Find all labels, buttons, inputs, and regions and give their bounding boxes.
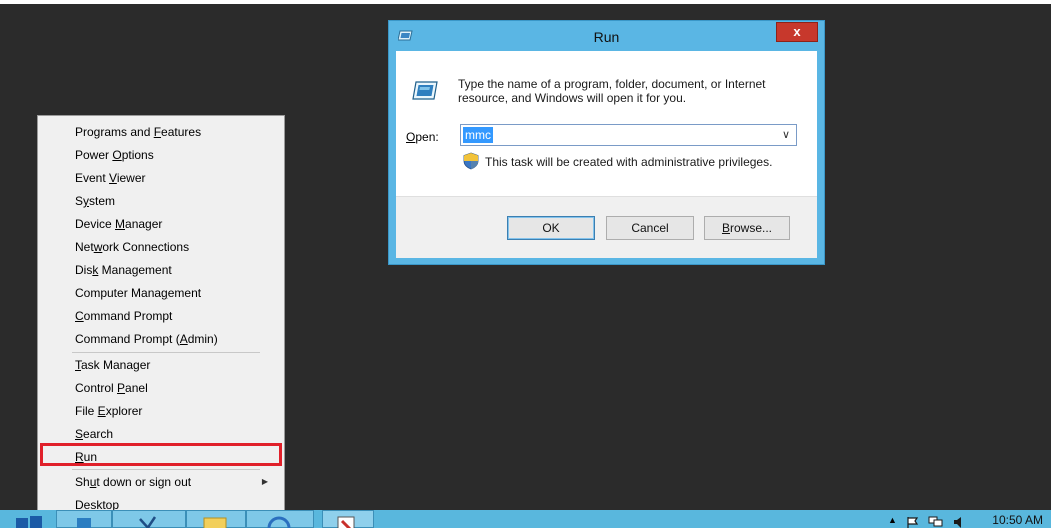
open-label-accel: O: [406, 130, 416, 144]
menu-item-task-manager[interactable]: Task Manager: [40, 354, 282, 376]
menu-item-programs-and-features[interactable]: Programs and Features: [40, 121, 282, 143]
run-description: Type the name of a program, folder, docu…: [458, 77, 766, 105]
menu-item-control-panel[interactable]: Control Panel: [40, 377, 282, 399]
flag-icon[interactable]: [906, 516, 920, 528]
volume-icon[interactable]: [952, 516, 968, 528]
run-dialog-title: Run: [593, 29, 620, 45]
taskbar-server-manager[interactable]: [56, 510, 112, 528]
menu-item-search[interactable]: Search: [40, 423, 282, 445]
menu-item-command-prompt[interactable]: Command Prompt: [40, 305, 282, 327]
menu-item-network-connections[interactable]: Network Connections: [40, 236, 282, 258]
menu-item-device-manager[interactable]: Device Manager: [40, 213, 282, 235]
run-content-area: Type the name of a program, folder, docu…: [396, 51, 817, 196]
menu-item-power-options[interactable]: Power Options: [40, 144, 282, 166]
tray-overflow-chevron-icon[interactable]: ▲: [888, 515, 897, 525]
run-titlebar[interactable]: Run x: [389, 21, 824, 51]
menu-item-disk-management[interactable]: Disk Management: [40, 259, 282, 281]
menu-separator: [72, 469, 260, 470]
menu-item-system[interactable]: System: [40, 190, 282, 212]
run-program-icon: [412, 81, 438, 100]
screen-top-edge: [0, 0, 1051, 4]
open-combobox[interactable]: mmc ∨: [460, 124, 797, 146]
open-label: Open:: [406, 130, 439, 144]
taskbar-run-app[interactable]: [322, 510, 374, 528]
taskbar-internet-explorer[interactable]: [246, 510, 314, 528]
internet-explorer-icon: [267, 516, 291, 528]
browse-button[interactable]: Browse...: [704, 216, 790, 240]
windows-start-icon[interactable]: [14, 514, 44, 528]
admin-privileges-note: This task will be created with administr…: [485, 155, 773, 169]
folder-icon: [203, 517, 227, 528]
uac-shield-icon: [463, 152, 479, 170]
menu-separator: [72, 352, 260, 353]
close-button[interactable]: x: [776, 22, 818, 42]
run-taskbar-icon: [337, 516, 355, 528]
taskbar-file-explorer[interactable]: [186, 510, 246, 528]
open-label-text: pen:: [415, 130, 439, 144]
submenu-arrow-icon: ▶: [261, 477, 268, 486]
run-dialog: Run x Type the name of a program, folder…: [388, 20, 825, 265]
ok-button[interactable]: OK: [507, 216, 595, 240]
menu-item-shut-down-or-sign-out[interactable]: Shut down or sign out ▶: [40, 471, 282, 493]
menu-item-file-explorer[interactable]: File Explorer: [40, 400, 282, 422]
taskbar-powershell[interactable]: [112, 510, 186, 528]
browse-label-rest: rowse...: [730, 221, 773, 235]
open-input-value[interactable]: mmc: [463, 127, 493, 143]
run-button-bar: OK Cancel Browse...: [396, 196, 817, 258]
menu-item-computer-management[interactable]: Computer Management: [40, 282, 282, 304]
server-manager-icon: [77, 518, 91, 528]
powershell-icon: [139, 516, 157, 528]
chevron-down-icon[interactable]: ∨: [782, 128, 790, 141]
taskbar: ▲ 10:50 AM: [0, 510, 1051, 528]
network-icon[interactable]: [928, 516, 944, 528]
browse-accel: B: [721, 221, 730, 235]
taskbar-clock[interactable]: 10:50 AM: [992, 513, 1043, 527]
menu-item-event-viewer[interactable]: Event Viewer: [40, 167, 282, 189]
menu-item-command-prompt-admin[interactable]: Command Prompt (Admin): [40, 328, 282, 350]
cancel-button[interactable]: Cancel: [606, 216, 694, 240]
run-highlight-box: [40, 443, 282, 466]
